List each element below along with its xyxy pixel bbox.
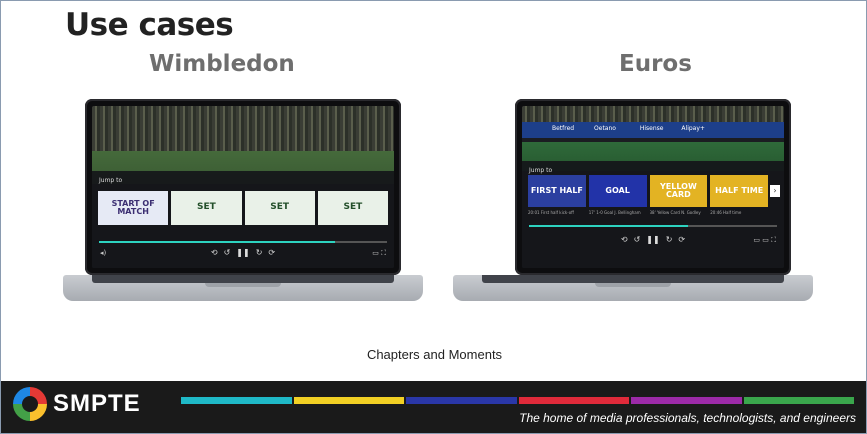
seek-bar[interactable]: [99, 240, 387, 243]
moment-caption: 20:01 First half kick-off: [528, 210, 574, 216]
pause-icon[interactable]: ❚❚: [236, 248, 249, 260]
logo-text: SMPTE: [53, 390, 141, 417]
euros-label: Euros: [619, 51, 692, 77]
seek-bar[interactable]: [529, 225, 777, 228]
skip-back-icon[interactable]: ⟲: [211, 248, 218, 260]
chapters-overlay: Jump to START OF MATCH SET SET SET ◂) ⟲ …: [92, 170, 394, 268]
replay-10-icon[interactable]: ↺: [224, 248, 231, 260]
wimbledon-screen: Jump to START OF MATCH SET SET SET ◂) ⟲ …: [85, 99, 401, 275]
jump-to-label: Jump to: [529, 167, 553, 175]
slide-caption: Chapters and Moments: [366, 347, 503, 362]
skip-forward-icon[interactable]: ⟳: [678, 235, 685, 247]
wimbledon-laptop: Jump to START OF MATCH SET SET SET ◂) ⟲ …: [63, 99, 423, 311]
moment-caption: 17' 1-0 Goal J. Bellingham: [588, 210, 641, 216]
playback-controls: ⟲ ↺ ❚❚ ↻ ⟳: [92, 248, 394, 260]
moment-captions: 20:01 First half kick-off 17' 1-0 Goal J…: [528, 210, 768, 215]
euros-screen: Betfred Oetano Hisense Alipay+ Jump to F…: [515, 99, 791, 275]
forward-10-icon[interactable]: ↻: [666, 235, 673, 247]
wimbledon-video[interactable]: Jump to START OF MATCH SET SET SET ◂) ⟲ …: [92, 106, 394, 268]
chapter-chip[interactable]: START OF MATCH: [98, 190, 169, 225]
slide-title: Use cases: [65, 7, 234, 43]
adboard-text: Betfred: [552, 125, 575, 133]
forward-10-icon[interactable]: ↻: [256, 248, 263, 260]
brand-stripe: [406, 397, 517, 404]
moments-overlay: Jump to FIRST HALF GOAL YELLOW CARD HALF…: [522, 161, 784, 268]
fullscreen-icon[interactable]: ▭ ▭ ⛶: [753, 236, 776, 245]
wimbledon-label: Wimbledon: [149, 51, 295, 77]
moment-caption: 38' Yellow Card N. Godley: [649, 210, 701, 216]
chapter-chip[interactable]: SET: [244, 190, 315, 225]
brand-stripe: [631, 397, 742, 404]
replay-10-icon[interactable]: ↺: [634, 235, 641, 247]
jump-to-label: Jump to: [99, 176, 123, 184]
pause-icon[interactable]: ❚❚: [646, 235, 659, 247]
skip-forward-icon[interactable]: ⟳: [268, 248, 275, 260]
moment-list: FIRST HALF GOAL YELLOW CARD HALF TIME: [528, 175, 768, 208]
fullscreen-icon[interactable]: ▭ ⛶: [372, 249, 386, 258]
adboard-text: Oetano: [594, 125, 616, 133]
brand-stripe: [181, 397, 292, 404]
brand-stripe: [293, 397, 404, 404]
smpte-logo: SMPTE: [13, 387, 141, 421]
moment-chip[interactable]: GOAL: [588, 175, 647, 208]
chapter-chip[interactable]: SET: [171, 190, 242, 225]
euros-video[interactable]: Betfred Oetano Hisense Alipay+ Jump to F…: [522, 106, 784, 268]
chevron-right-icon[interactable]: ›: [770, 185, 780, 198]
smpte-logo-icon: [13, 387, 47, 421]
footer-tagline: The home of media professionals, technol…: [519, 411, 856, 425]
slide: Use cases Wimbledon Jump to START OF MAT…: [0, 0, 867, 434]
playback-controls: ⟲ ↺ ❚❚ ↻ ⟳: [522, 235, 784, 247]
moment-caption: 20:46 Half time: [710, 210, 742, 216]
brand-stripe: [743, 397, 854, 404]
laptop-base: [63, 275, 423, 301]
skip-back-icon[interactable]: ⟲: [621, 235, 628, 247]
euros-laptop: Betfred Oetano Hisense Alipay+ Jump to F…: [453, 99, 813, 311]
ad-boards: Betfred Oetano Hisense Alipay+: [522, 122, 784, 139]
moment-chip[interactable]: YELLOW CARD: [649, 175, 708, 208]
chapter-chip[interactable]: SET: [317, 190, 388, 225]
moment-chip[interactable]: FIRST HALF: [528, 175, 586, 208]
laptop-base: [453, 275, 813, 301]
moment-chip[interactable]: HALF TIME: [710, 175, 768, 208]
adboard-text: Hisense: [639, 125, 664, 133]
seek-bar-fill: [99, 240, 336, 243]
brand-stripe: [518, 397, 629, 404]
chapter-list: START OF MATCH SET SET SET: [98, 190, 388, 225]
seek-bar-fill: [529, 225, 688, 228]
adboard-text: Alipay+: [681, 125, 705, 133]
